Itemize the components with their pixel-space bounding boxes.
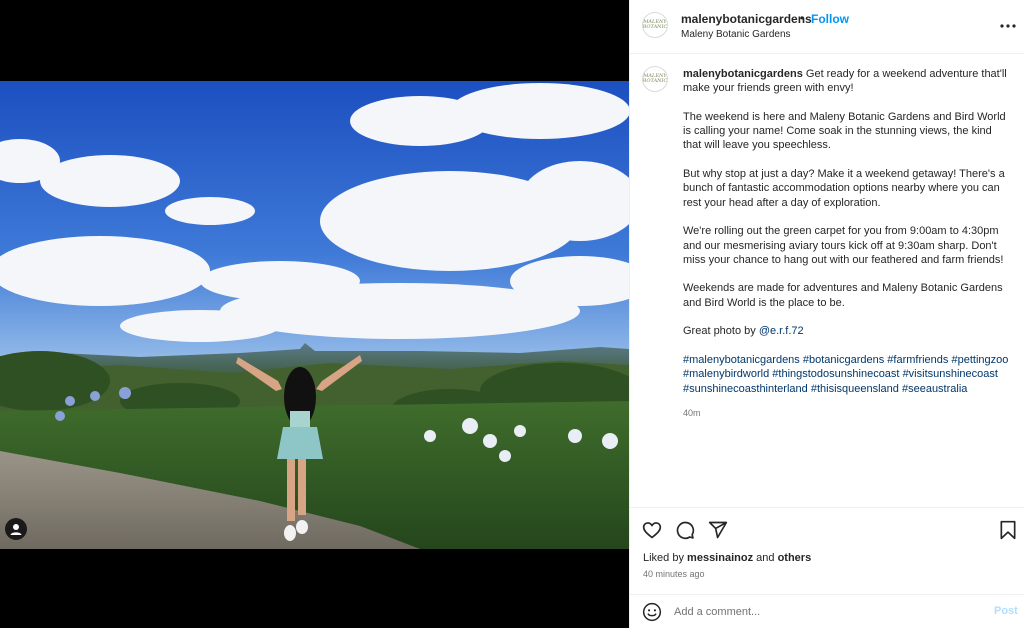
- caption-paragraph: But why stop at just a day? Make it a we…: [683, 168, 1005, 209]
- post-comment-button[interactable]: Post: [994, 605, 1018, 617]
- share-icon[interactable]: [708, 520, 728, 540]
- hashtag[interactable]: #seeaustralia: [902, 383, 967, 395]
- post-media: [0, 0, 629, 628]
- post-header: MALENY BOTANIC malenybotanicgardens • Fo…: [630, 0, 1024, 54]
- caption-avatar[interactable]: MALENY BOTANIC: [642, 66, 668, 92]
- photo-credit-handle[interactable]: @e.r.f.72: [759, 325, 804, 337]
- profile-avatar[interactable]: MALENY BOTANIC: [642, 12, 668, 38]
- hashtag[interactable]: #visitsunshinecoast: [903, 368, 998, 380]
- header-separator: •: [800, 11, 805, 25]
- likes-summary: Liked by messinainoz and others: [643, 552, 811, 564]
- user-tag-icon[interactable]: [5, 518, 27, 540]
- heart-icon[interactable]: [642, 520, 662, 540]
- bookmark-icon[interactable]: [998, 520, 1018, 540]
- liked-by-user[interactable]: messinainoz: [687, 552, 753, 564]
- caption-paragraph: We're rolling out the green carpet for y…: [683, 225, 1004, 266]
- avatar-logo: MALENY BOTANIC: [642, 73, 668, 84]
- hashtag[interactable]: #sunshinecoasthinterland: [683, 383, 808, 395]
- caption-intro: malenybotanicgardens Get ready for a wee…: [683, 67, 1013, 96]
- hashtag[interactable]: #pettingzoo: [951, 354, 1008, 366]
- hashtag[interactable]: #botanicgardens: [803, 354, 884, 366]
- caption-paragraph: The weekend is here and Maleny Botanic G…: [683, 110, 1006, 152]
- post-photo[interactable]: [0, 81, 629, 549]
- caption-section: MALENY BOTANIC malenybotanicgardens Get …: [630, 54, 1024, 507]
- post-timestamp: 40 minutes ago: [643, 569, 705, 579]
- hashtag[interactable]: #thingstodosunshinecoast: [772, 368, 899, 380]
- photo-credit: Great photo by @e.r.f.72: [683, 324, 1013, 338]
- comment-bar: Post: [630, 594, 1024, 628]
- likes-conjunction: and: [756, 552, 775, 564]
- likes-prefix: Liked by: [643, 552, 684, 564]
- emoji-icon[interactable]: [642, 602, 662, 622]
- comment-input[interactable]: [674, 603, 974, 621]
- liked-by-others[interactable]: others: [778, 552, 812, 564]
- header-username[interactable]: malenybotanicgardens: [681, 12, 812, 26]
- action-bar: [630, 507, 1024, 547]
- photo-credit-prefix: Great photo by: [683, 325, 756, 338]
- comment-icon[interactable]: [675, 520, 695, 540]
- caption-paragraph: Weekends are made for adventures and Mal…: [683, 282, 1003, 309]
- hashtag-list: #malenybotanicgardens #botanicgardens #f…: [683, 353, 1013, 396]
- caption-timestamp: 40m: [683, 408, 701, 419]
- hashtag[interactable]: #thisisqueensland: [811, 383, 899, 395]
- hashtag[interactable]: #malenybotanicgardens: [683, 354, 800, 366]
- hashtag[interactable]: #farmfriends: [887, 354, 948, 366]
- caption-text: malenybotanicgardens Get ready for a wee…: [683, 67, 1013, 420]
- hashtag[interactable]: #malenybirdworld: [683, 368, 769, 380]
- location-link[interactable]: Maleny Botanic Gardens: [681, 29, 791, 40]
- post-details-panel: MALENY BOTANIC malenybotanicgardens • Fo…: [629, 0, 1024, 628]
- follow-button[interactable]: Follow: [811, 12, 849, 26]
- caption-username[interactable]: malenybotanicgardens: [683, 68, 803, 80]
- more-options-icon[interactable]: [998, 16, 1018, 36]
- avatar-logo: MALENY BOTANIC: [642, 19, 668, 30]
